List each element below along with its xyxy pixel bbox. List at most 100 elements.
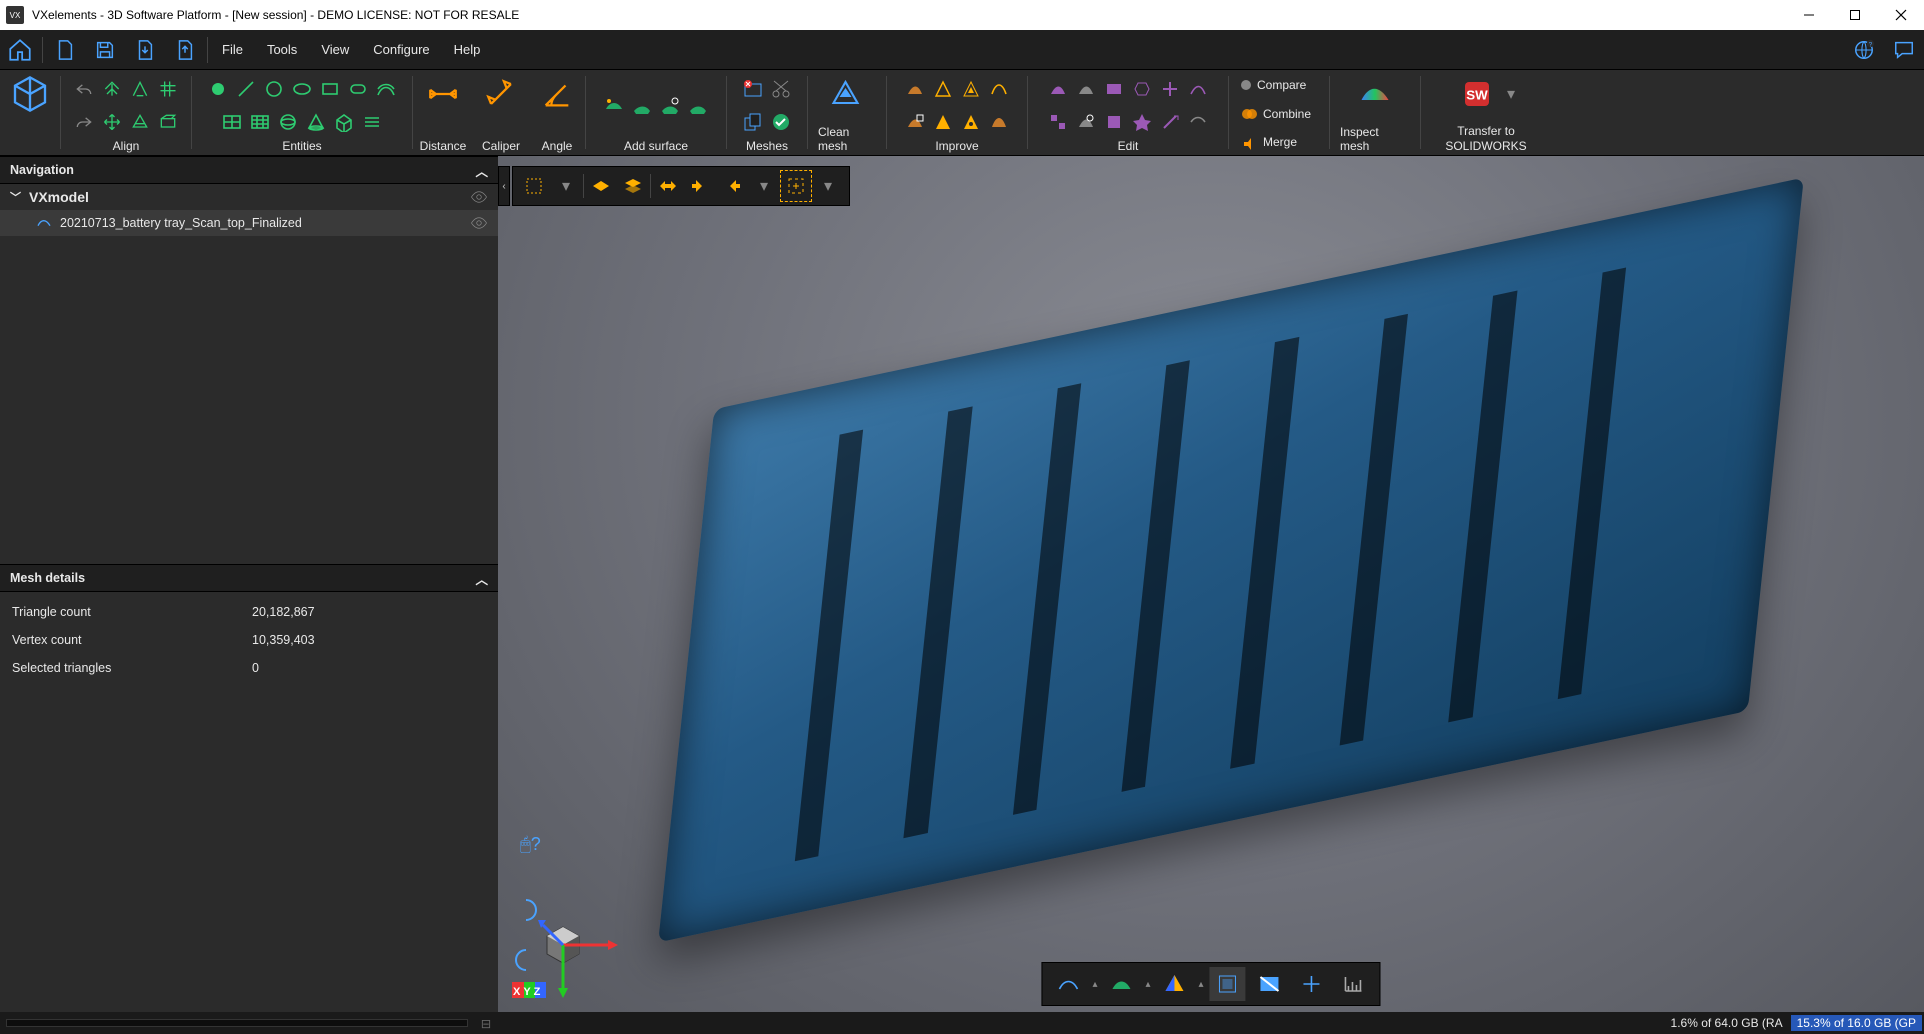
undo-button[interactable] [72, 77, 96, 101]
addsurf-4-icon[interactable] [686, 94, 710, 118]
addsurf-2-icon[interactable] [630, 94, 654, 118]
edit-10-icon[interactable] [1130, 110, 1154, 134]
improve-8-icon[interactable] [987, 110, 1011, 134]
entity-curves-icon[interactable] [374, 77, 398, 101]
angle-button[interactable] [537, 74, 577, 114]
addsurf-1-icon[interactable] [602, 94, 626, 118]
vb-shaded-icon[interactable] [1103, 967, 1139, 1001]
vb-dd2-icon[interactable]: ▴ [1145, 979, 1150, 990]
transfer-dropdown-icon[interactable]: ▾ [1507, 84, 1515, 104]
edit-3-icon[interactable] [1102, 77, 1126, 101]
improve-1-icon[interactable] [903, 77, 927, 101]
entity-line-icon[interactable] [234, 77, 258, 101]
navigation-panel-header[interactable]: Navigation ︿ [0, 156, 498, 184]
sel-rect-icon[interactable] [781, 171, 811, 201]
vb-dd3-icon[interactable]: ▴ [1199, 979, 1204, 990]
vb-wireframe-icon[interactable] [1050, 967, 1086, 1001]
sel-plane1-icon[interactable] [586, 171, 616, 201]
vb-box-icon[interactable] [1210, 967, 1246, 1001]
entity-lines-icon[interactable] [360, 110, 384, 134]
import-button[interactable] [125, 30, 165, 70]
visibility-eye-icon[interactable] [470, 214, 488, 232]
improve-5-icon[interactable] [903, 110, 927, 134]
solidworks-icon[interactable]: SW [1457, 74, 1497, 114]
align-axes2-icon[interactable] [128, 77, 152, 101]
vb-clip-icon[interactable] [1252, 967, 1288, 1001]
save-session-button[interactable] [85, 30, 125, 70]
viewport-3d[interactable]: ‹ ▾ ▾ ▾ 🖱? [498, 156, 1924, 1034]
maximize-button[interactable] [1832, 0, 1878, 30]
edit-6-icon[interactable] [1186, 77, 1210, 101]
mesh-cut-icon[interactable] [769, 77, 793, 101]
entity-cone-icon[interactable] [304, 110, 328, 134]
vb-section-icon[interactable] [1294, 967, 1330, 1001]
vb-dd1-icon[interactable]: ▴ [1092, 979, 1097, 990]
sel-arrow-r-icon[interactable] [717, 171, 747, 201]
edit-1-icon[interactable] [1046, 77, 1070, 101]
sel-lasso-icon[interactable] [519, 171, 549, 201]
improve-4-icon[interactable] [987, 77, 1011, 101]
entity-grid1-icon[interactable] [220, 110, 244, 134]
addsurf-3-icon[interactable] [658, 94, 682, 118]
entity-sphere-icon[interactable] [276, 110, 300, 134]
entity-circle-icon[interactable] [262, 77, 286, 101]
sel-dropdown2-icon[interactable]: ▾ [749, 171, 779, 201]
align-move-icon[interactable] [100, 110, 124, 134]
details-panel-header[interactable]: Mesh details ︿ [0, 564, 498, 592]
distance-button[interactable] [423, 74, 463, 114]
tree-root[interactable]: ﹀ VXmodel [0, 184, 498, 210]
entity-grid2-icon[interactable] [248, 110, 272, 134]
help-globe-button[interactable]: ? [1844, 30, 1884, 70]
module-cube-button[interactable] [10, 74, 50, 114]
feedback-button[interactable] [1884, 30, 1924, 70]
edit-5-icon[interactable] [1158, 77, 1182, 101]
sel-arrow-l-icon[interactable] [685, 171, 715, 201]
chevron-up-icon[interactable]: ︿ [475, 161, 488, 180]
vb-chart-icon[interactable] [1336, 967, 1372, 1001]
entity-point-icon[interactable] [206, 77, 230, 101]
align-axis-icon[interactable] [100, 77, 124, 101]
expand-icon[interactable]: ﹀ [10, 189, 21, 205]
entity-rect-icon[interactable] [318, 77, 342, 101]
home-button[interactable] [0, 30, 40, 70]
edit-11-icon[interactable] [1158, 110, 1182, 134]
sel-arrow-lr-icon[interactable] [653, 171, 683, 201]
vb-texture-icon[interactable] [1157, 967, 1193, 1001]
close-button[interactable] [1878, 0, 1924, 30]
combine-button[interactable]: Combine [1241, 103, 1311, 125]
redo-button[interactable] [72, 110, 96, 134]
split-handle-icon[interactable]: ⊟ [474, 1016, 498, 1031]
triad-xyz-label[interactable]: XYZ [513, 986, 543, 998]
inspect-mesh-button[interactable] [1355, 74, 1395, 114]
minimize-button[interactable] [1786, 0, 1832, 30]
improve-7-icon[interactable] [959, 110, 983, 134]
menu-configure[interactable]: Configure [361, 30, 441, 70]
sel-plane2-icon[interactable] [618, 171, 648, 201]
edit-8-icon[interactable] [1074, 110, 1098, 134]
compare-button[interactable]: Compare [1241, 74, 1306, 96]
entity-slot-icon[interactable] [346, 77, 370, 101]
edit-9-icon[interactable] [1102, 110, 1126, 134]
edit-7-icon[interactable] [1046, 110, 1070, 134]
sel-dropdown1-icon[interactable]: ▾ [551, 171, 581, 201]
new-session-button[interactable] [45, 30, 85, 70]
viewport-collapse-button[interactable]: ‹ [498, 166, 510, 206]
improve-2-icon[interactable] [931, 77, 955, 101]
menu-help[interactable]: Help [442, 30, 493, 70]
side-scroll-track[interactable] [6, 1019, 468, 1027]
entity-prism-icon[interactable] [332, 110, 356, 134]
mesh-delete-icon[interactable] [741, 77, 765, 101]
cleanmesh-button[interactable] [827, 74, 867, 114]
align-perspective-icon[interactable] [128, 110, 152, 134]
edit-2-icon[interactable] [1074, 77, 1098, 101]
orientation-triad[interactable]: 🖱? XYZ [508, 830, 638, 1000]
improve-6-icon[interactable] [931, 110, 955, 134]
sel-dropdown3-icon[interactable]: ▾ [813, 171, 843, 201]
menu-view[interactable]: View [309, 30, 361, 70]
mesh-copy-icon[interactable] [741, 110, 765, 134]
caliper-button[interactable] [481, 74, 521, 114]
menu-tools[interactable]: Tools [255, 30, 309, 70]
export-button[interactable] [165, 30, 205, 70]
align-datum-icon[interactable] [156, 110, 180, 134]
entity-ellipse-icon[interactable] [290, 77, 314, 101]
